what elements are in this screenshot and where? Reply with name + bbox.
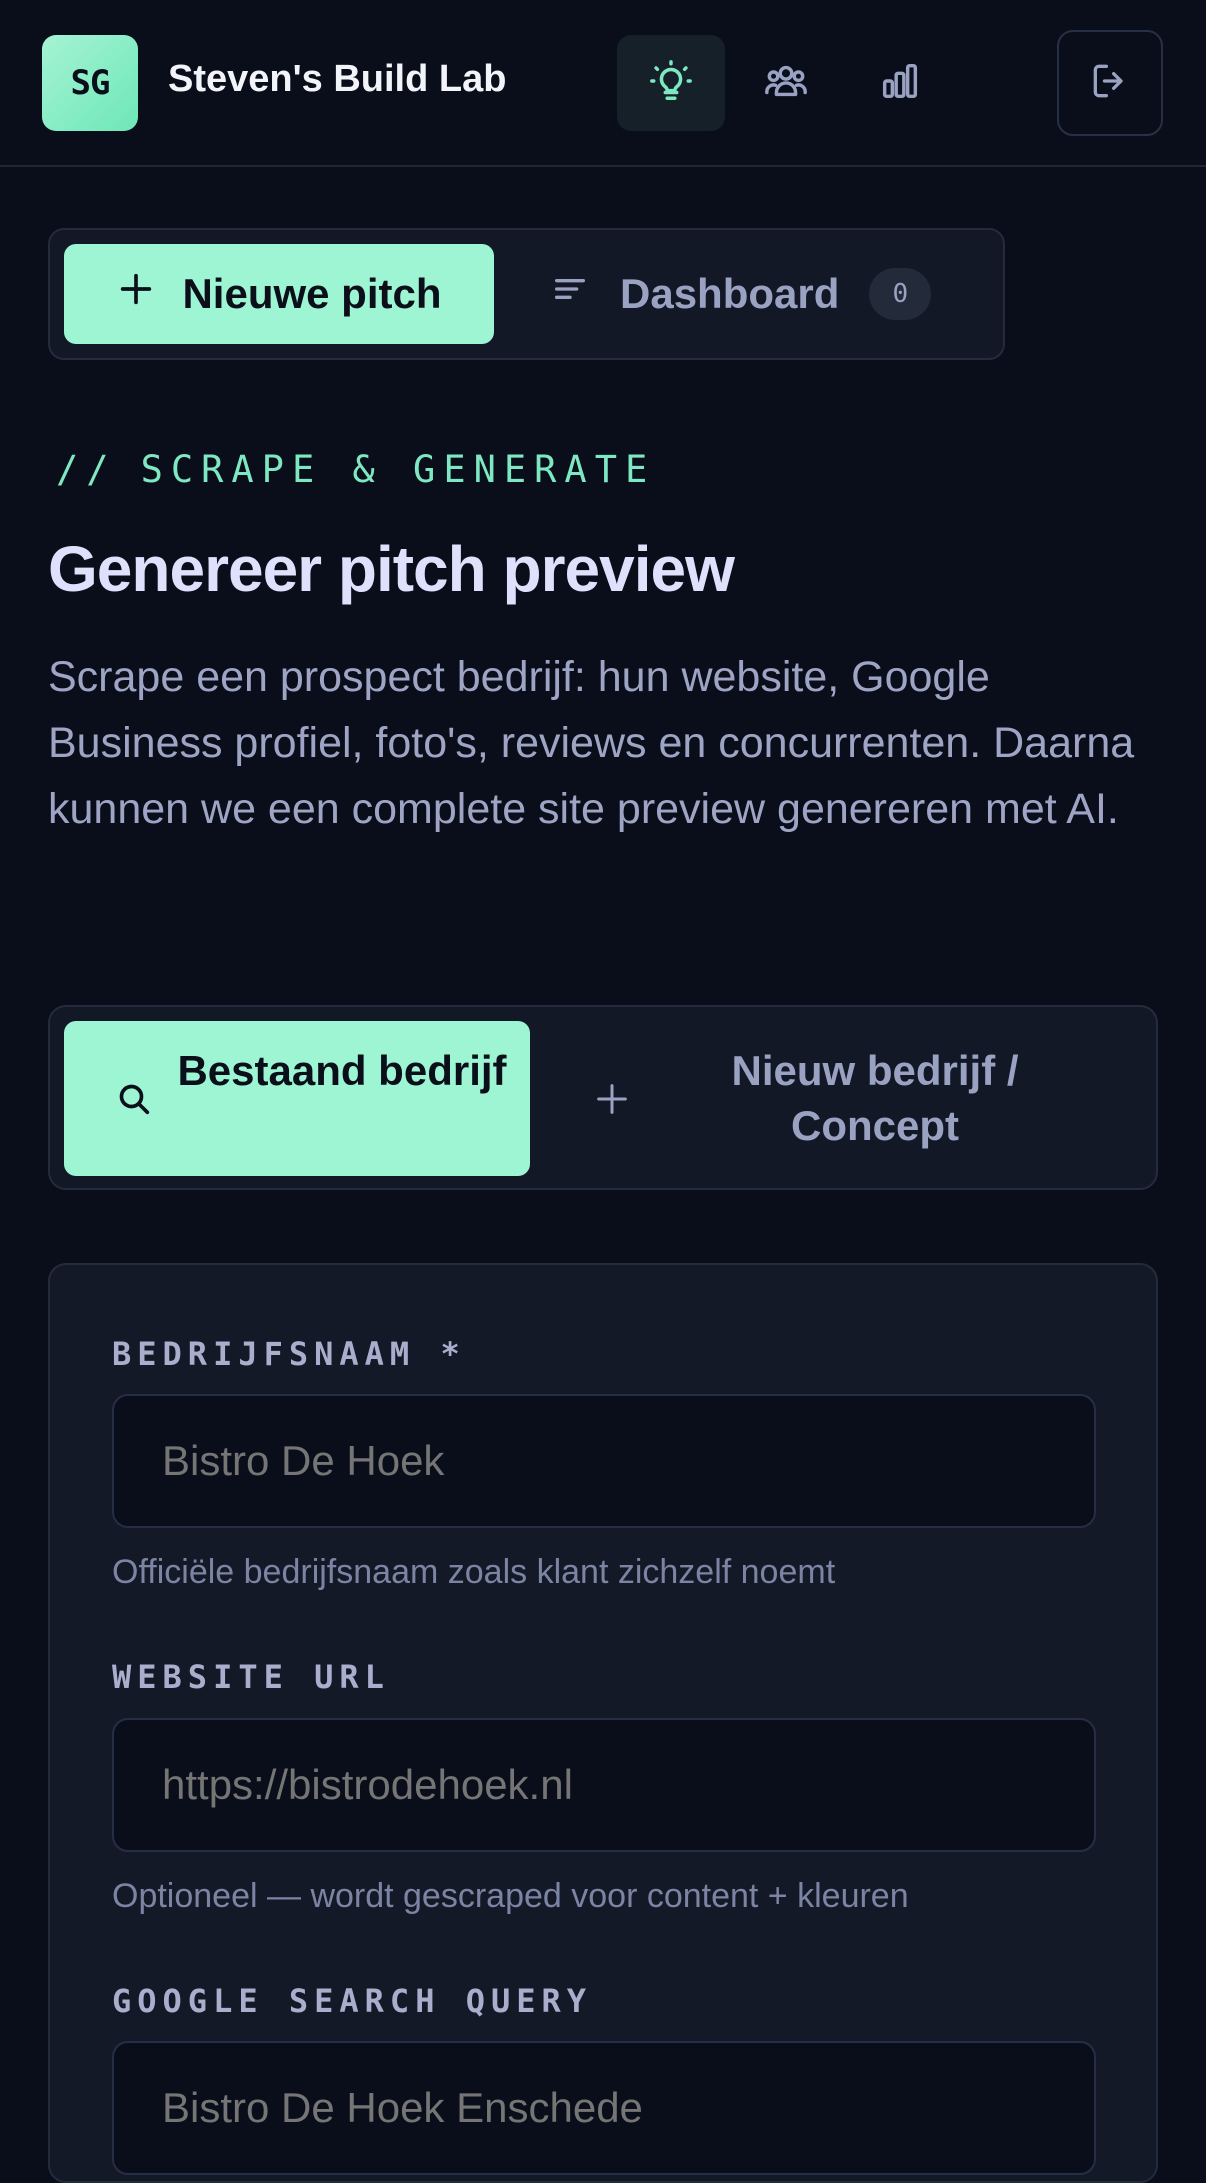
nav-pitch-button[interactable] [617,35,725,131]
page-title: Genereer pitch preview [48,533,735,605]
app-header: SG Steven's Build Lab [0,0,1206,167]
eyebrow-prefix: // [56,448,117,491]
google-query-label: GOOGLE SEARCH QUERY [112,1982,593,2020]
company-mode-switcher: Bestaand bedrijf Nieuw bedrijf / Concept [48,1005,1158,1190]
bar-chart-icon [877,58,923,109]
new-pitch-button[interactable]: Nieuwe pitch [64,244,494,344]
website-url-help: Optioneel — wordt gescraped voor content… [112,1877,909,1915]
company-name-help: Officiële bedrijfsnaam zoals klant zichz… [112,1553,836,1591]
website-url-input[interactable] [112,1718,1096,1852]
existing-company-label: Bestaand bedrijf [177,1047,507,1094]
list-icon [550,269,590,319]
company-name-label: BEDRIJFSNAAM * [112,1335,466,1373]
logout-icon [1088,59,1132,108]
new-company-label: Nieuw bedrijf / Concept [731,1047,1019,1149]
dashboard-button[interactable]: Dashboard 0 [550,244,932,344]
new-pitch-label: Nieuwe pitch [182,270,442,317]
view-switcher: Nieuwe pitch Dashboard 0 [48,228,1005,360]
existing-company-tab[interactable]: Bestaand bedrijf [64,1021,530,1176]
nav-clients-button[interactable] [732,35,840,131]
page-description: Scrape een prospect bedrijf: hun website… [48,653,1135,833]
website-url-label: WEBSITE URL [112,1658,390,1696]
plus-icon [116,269,156,319]
logo-avatar: SG [42,35,138,131]
lightbulb-icon [648,58,694,109]
new-company-tab[interactable]: Nieuw bedrijf / Concept [550,1021,1140,1176]
dashboard-label: Dashboard [620,270,840,317]
nav-stats-button[interactable] [846,35,954,131]
brand-title: Steven's Build Lab [168,58,507,100]
dashboard-count-badge: 0 [869,268,932,320]
eyebrow-text: SCRAPE & GENERATE [140,448,656,491]
company-name-input[interactable] [112,1394,1096,1528]
scrape-form-card: BEDRIJFSNAAM * Officiële bedrijfsnaam zo… [48,1263,1158,2183]
users-icon [763,58,809,109]
logout-button[interactable] [1057,30,1163,136]
section-eyebrow: // SCRAPE & GENERATE [56,448,655,491]
google-query-input[interactable] [112,2041,1096,2175]
